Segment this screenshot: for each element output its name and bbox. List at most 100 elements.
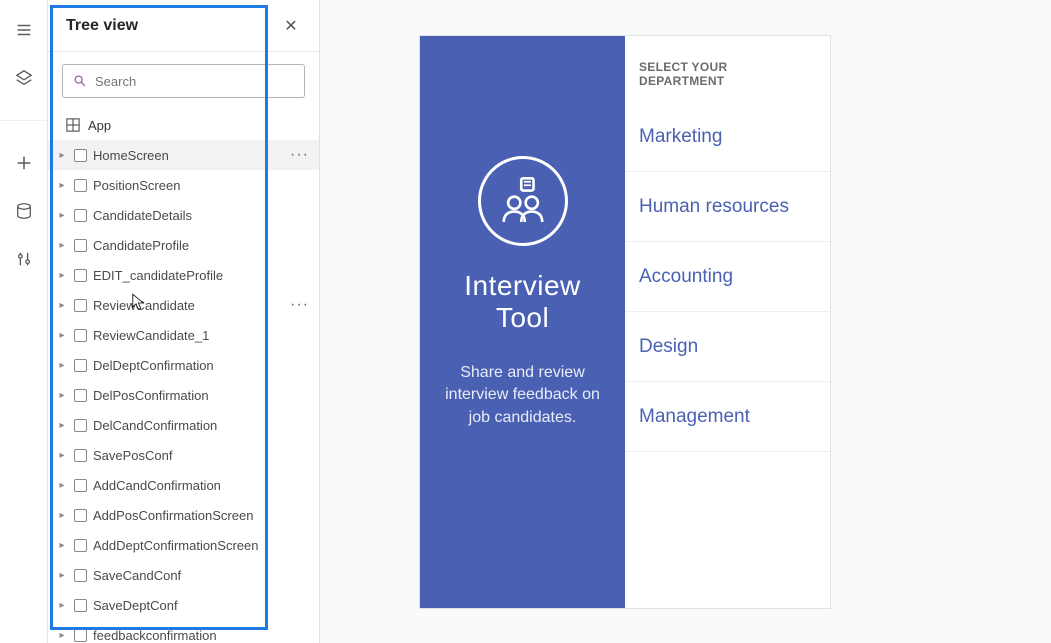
tree-app-root[interactable]: App xyxy=(48,110,319,140)
data-icon[interactable] xyxy=(14,201,34,221)
canvas-area: Interview Tool Share and review intervie… xyxy=(320,0,1051,643)
screen-icon xyxy=(74,629,87,642)
tree-item-label: SavePosConf xyxy=(93,448,173,463)
chevron-right-icon: ▸ xyxy=(56,150,68,161)
tree-item[interactable]: ▸ SavePosConf xyxy=(48,440,319,470)
tree-item[interactable]: ▸ DelCandConfirmation xyxy=(48,410,319,440)
tree-item[interactable]: ▸ AddCandConfirmation xyxy=(48,470,319,500)
chevron-right-icon: ▸ xyxy=(56,450,68,461)
search-input[interactable] xyxy=(95,74,294,89)
hero-title: Interview Tool xyxy=(436,270,609,334)
tree-item[interactable]: ▸DelDeptConfirmation xyxy=(48,350,319,380)
tree-item-label: SaveCandConf xyxy=(93,568,181,583)
hero-icon xyxy=(478,156,568,246)
screen-icon xyxy=(74,509,87,522)
department-panel: SELECT YOUR DEPARTMENT MarketingHuman re… xyxy=(625,36,830,608)
tree-list: App ▸ HomeScreen ··· ▸ PositionScreen ▸ Candid… xyxy=(48,110,319,643)
chevron-right-icon: ▸ xyxy=(56,300,68,311)
chevron-right-icon: ▸ xyxy=(56,390,68,401)
tree-item-label: AddDeptConfirmationScreen xyxy=(93,538,258,553)
tree-item[interactable]: ▸ CandidateDetails xyxy=(48,200,319,230)
tree-item[interactable]: ▸ AddDeptConfirmationScreen xyxy=(48,530,319,560)
screen-icon xyxy=(74,449,87,462)
tree-item[interactable]: ▸ AddPosConfirmationScreen xyxy=(48,500,319,530)
tree-item-label: AddCandConfirmation xyxy=(93,478,221,493)
department-item[interactable]: Accounting xyxy=(625,242,830,312)
tree-item-label: ReviewCandidate_1 xyxy=(93,328,209,343)
screen-icon xyxy=(74,359,87,372)
rail-separator xyxy=(0,120,48,121)
more-icon[interactable]: ··· xyxy=(290,296,309,314)
screen-icon xyxy=(74,149,87,162)
screen-icon xyxy=(74,299,87,312)
chevron-right-icon: ▸ xyxy=(56,630,68,641)
search-wrap xyxy=(48,52,319,110)
tree-view-panel: Tree view ✕ App ▸ HomeScreen ··· ▸ PositionS… xyxy=(48,0,320,643)
chevron-right-icon: ▸ xyxy=(56,510,68,521)
chevron-right-icon: ▸ xyxy=(56,210,68,221)
search-box[interactable] xyxy=(62,64,305,98)
screen-icon xyxy=(74,569,87,582)
tree-item-label: PositionScreen xyxy=(93,178,180,193)
screen-icon xyxy=(74,539,87,552)
screen-icon xyxy=(74,389,87,402)
chevron-right-icon: ▸ xyxy=(56,420,68,431)
hamburger-icon[interactable] xyxy=(14,20,34,40)
chevron-right-icon: ▸ xyxy=(56,540,68,551)
chevron-right-icon: ▸ xyxy=(56,570,68,581)
hero-subtitle: Share and review interview feedback on j… xyxy=(436,362,609,429)
more-icon[interactable]: ··· xyxy=(290,146,309,164)
department-header: SELECT YOUR DEPARTMENT xyxy=(625,60,830,102)
tree-header: Tree view ✕ xyxy=(48,0,319,52)
tree-app-label: App xyxy=(88,118,111,133)
chevron-right-icon: ▸ xyxy=(56,270,68,281)
screen-icon xyxy=(74,269,87,282)
tree-item[interactable]: ▸ ReviewCandidate ··· xyxy=(48,290,319,320)
department-item[interactable]: Design xyxy=(625,312,830,382)
tree-item-label: CandidateDetails xyxy=(93,208,192,223)
hero-panel: Interview Tool Share and review intervie… xyxy=(420,36,625,608)
department-item[interactable]: Management xyxy=(625,382,830,452)
tree-item-label: HomeScreen xyxy=(93,148,169,163)
app-preview: Interview Tool Share and review intervie… xyxy=(420,36,830,608)
chevron-right-icon: ▸ xyxy=(56,600,68,611)
chevron-right-icon: ▸ xyxy=(56,480,68,491)
chevron-right-icon: ▸ xyxy=(56,180,68,191)
tree-item[interactable]: ▸ DelPosConfirmation xyxy=(48,380,319,410)
close-icon[interactable]: ✕ xyxy=(277,12,305,40)
left-nav-rail xyxy=(0,0,48,643)
tree-item-label: DelPosConfirmation xyxy=(93,388,209,403)
screen-icon xyxy=(74,329,87,342)
tree-item[interactable]: ▸ EDIT_candidateProfile xyxy=(48,260,319,290)
screen-icon xyxy=(74,479,87,492)
tree-item[interactable]: ▸ CandidateProfile xyxy=(48,230,319,260)
tree-item-label: ReviewCandidate xyxy=(93,298,195,313)
screen-icon xyxy=(74,599,87,612)
screen-icon xyxy=(74,419,87,432)
tree-item[interactable]: ▸ HomeScreen ··· xyxy=(48,140,319,170)
tree-item[interactable]: ▸ PositionScreen xyxy=(48,170,319,200)
search-icon xyxy=(73,74,87,88)
screen-icon xyxy=(74,209,87,222)
screen-icon xyxy=(74,239,87,252)
tree-item[interactable]: ▸ feedbackconfirmation xyxy=(48,620,319,643)
settings-icon[interactable] xyxy=(14,249,34,269)
app-icon xyxy=(66,118,80,132)
tree-item-label: feedbackconfirmation xyxy=(93,628,217,643)
layers-icon[interactable] xyxy=(14,68,34,88)
tree-item-label: EDIT_candidateProfile xyxy=(93,268,223,283)
department-item[interactable]: Marketing xyxy=(625,102,830,172)
screen-icon xyxy=(74,179,87,192)
tree-item[interactable]: ▸ SaveDeptConf xyxy=(48,590,319,620)
chevron-right-icon: ▸ xyxy=(56,240,68,251)
department-item[interactable]: Human resources xyxy=(625,172,830,242)
tree-item-label: DelCandConfirmation xyxy=(93,418,217,433)
tree-title: Tree view xyxy=(66,17,138,35)
tree-item-label: CandidateProfile xyxy=(93,238,189,253)
tree-item-label: DelDeptConfirmation xyxy=(93,358,214,373)
tree-item[interactable]: ▸ SaveCandConf xyxy=(48,560,319,590)
tree-item-label: SaveDeptConf xyxy=(93,598,178,613)
plus-icon[interactable] xyxy=(14,153,34,173)
tree-item[interactable]: ▸ReviewCandidate_1 xyxy=(48,320,319,350)
tree-item-label: AddPosConfirmationScreen xyxy=(93,508,253,523)
